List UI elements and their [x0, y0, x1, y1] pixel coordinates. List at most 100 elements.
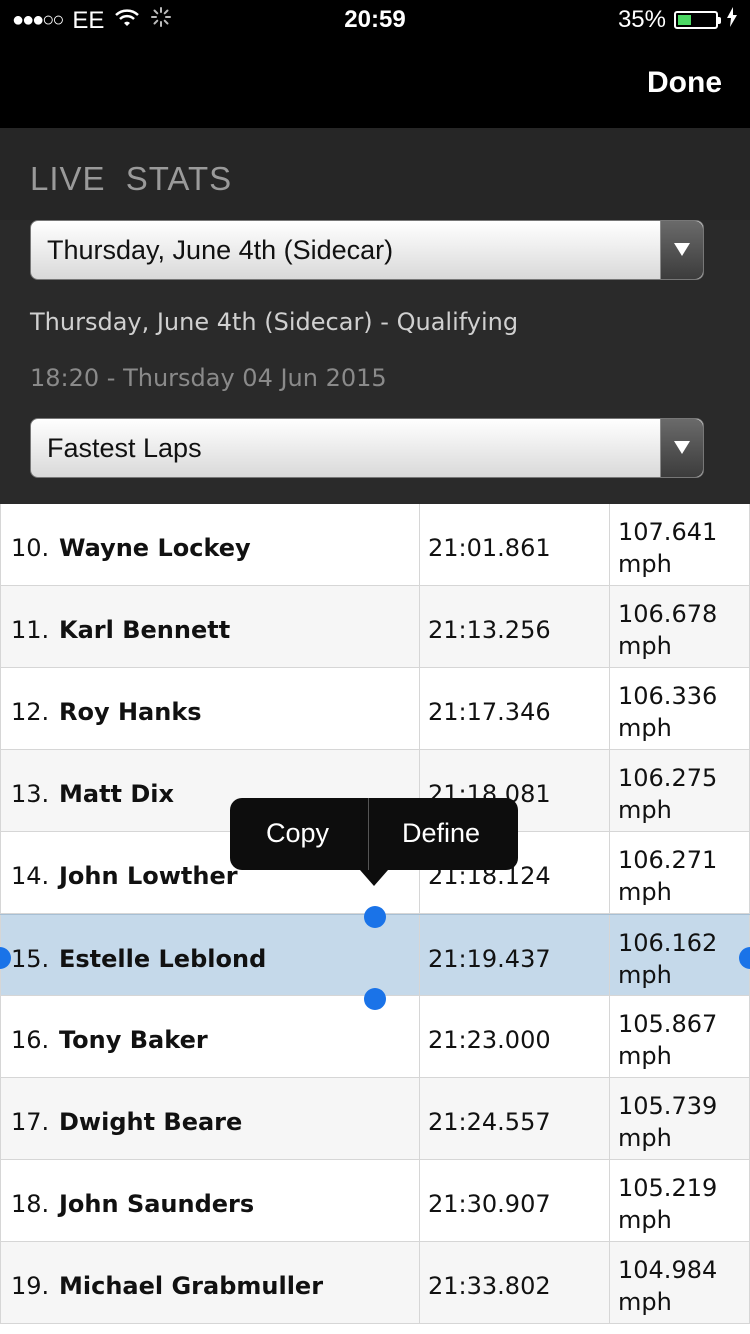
- rider-name: Tony Baker: [59, 1026, 208, 1054]
- lap-time: 21:13.256: [428, 616, 551, 644]
- speed-value: 106.271: [618, 846, 718, 874]
- speed-value: 106.162: [618, 929, 718, 957]
- session-time: 18:20 - Thursday 04 Jun 2015: [30, 364, 387, 392]
- lap-time: 21:33.802: [428, 1272, 551, 1300]
- position: 12.: [11, 698, 50, 726]
- lap-time: 21:17.346: [428, 698, 551, 726]
- speed-cell: 106.678 mph: [610, 586, 750, 668]
- position: 17.: [11, 1108, 50, 1136]
- lap-time-cell: 21:01.861: [420, 504, 610, 586]
- event-select-value: Thursday, June 4th (Sidecar): [47, 235, 394, 265]
- speed-value: 104.984: [618, 1256, 718, 1284]
- menu-pointer: [360, 870, 388, 886]
- copy-menu-item[interactable]: Copy: [266, 818, 329, 849]
- lap-time-cell: 21:19.437: [420, 915, 610, 997]
- position: 11.: [11, 616, 50, 644]
- session-title: Thursday, June 4th (Sidecar) - Qualifyin…: [30, 308, 519, 336]
- speed-unit: mph: [618, 961, 672, 989]
- speed-value: 107.641: [618, 518, 718, 546]
- speed-unit: mph: [618, 1042, 672, 1070]
- rider-cell: 12. Roy Hanks: [0, 668, 420, 750]
- table-row: 12. Roy Hanks 21:17.346 106.336 mph: [0, 668, 750, 750]
- lap-time-cell: 21:17.346: [420, 668, 610, 750]
- speed-cell: 106.275 mph: [610, 750, 750, 832]
- event-select[interactable]: Thursday, June 4th (Sidecar): [30, 220, 704, 280]
- lap-time-cell: 21:33.802: [420, 1242, 610, 1324]
- battery-percent: 35%: [617, 6, 666, 33]
- rider-name: Dwight Beare: [59, 1108, 243, 1136]
- rider-cell: 18. John Saunders: [0, 1160, 420, 1242]
- speed-value: 105.739: [618, 1092, 718, 1120]
- position: 19.: [11, 1272, 50, 1300]
- done-button[interactable]: Done: [647, 66, 722, 100]
- speed-unit: mph: [618, 1288, 672, 1316]
- speed-value: 106.678: [618, 600, 718, 628]
- speed-unit: mph: [618, 714, 672, 742]
- rider-cell: 19. Michael Grabmuller: [0, 1242, 420, 1324]
- speed-value: 105.867: [618, 1010, 718, 1038]
- speed-unit: mph: [618, 878, 672, 906]
- speed-cell: 106.162 mph: [610, 915, 750, 997]
- position: 18.: [11, 1190, 50, 1218]
- lap-time: 21:30.907: [428, 1190, 551, 1218]
- speed-cell: 106.271 mph: [610, 832, 750, 914]
- lap-time: 21:01.861: [428, 534, 551, 562]
- selection-end-handle[interactable]: [364, 988, 386, 1010]
- rider-name: John Lowther: [59, 862, 238, 890]
- lap-time-cell: 21:13.256: [420, 586, 610, 668]
- stats-type-select[interactable]: Fastest Laps: [30, 418, 704, 478]
- selection-start-handle[interactable]: [364, 906, 386, 928]
- battery-icon: [674, 11, 721, 29]
- speed-cell: 105.867 mph: [610, 996, 750, 1078]
- rider-cell: 10. Wayne Lockey: [0, 504, 420, 586]
- table-row: 18. John Saunders 21:30.907 105.219 mph: [0, 1160, 750, 1242]
- speed-value: 106.336: [618, 682, 718, 710]
- speed-cell: 106.336 mph: [610, 668, 750, 750]
- lap-time: 21:24.557: [428, 1108, 551, 1136]
- battery-fill: [678, 15, 691, 25]
- speed-unit: mph: [618, 550, 672, 578]
- position: 10.: [11, 534, 50, 562]
- speed-unit: mph: [618, 796, 672, 824]
- title-strip: LIVE STATS: [0, 128, 750, 220]
- rider-name: John Saunders: [59, 1190, 255, 1218]
- rider-cell: 15. Estelle Leblond: [0, 915, 420, 997]
- header-panel: LIVE STATS Thursday, June 4th (Sidecar) …: [0, 128, 750, 504]
- rider-cell: 17. Dwight Beare: [0, 1078, 420, 1160]
- edit-context-menu: Copy Define: [230, 798, 518, 886]
- menu-divider: [368, 798, 369, 870]
- rider-cell: 11. Karl Bennett: [0, 586, 420, 668]
- speed-cell: 105.739 mph: [610, 1078, 750, 1160]
- page-title: LIVE STATS: [30, 160, 233, 197]
- chevron-down-icon[interactable]: [660, 221, 703, 279]
- position: 15.: [11, 945, 50, 973]
- table-row: 19. Michael Grabmuller 21:33.802 104.984 m…: [0, 1242, 750, 1324]
- table-row: 11. Karl Bennett 21:13.256 106.678 mph: [0, 586, 750, 668]
- position: 16.: [11, 1026, 50, 1054]
- chevron-down-icon[interactable]: [660, 419, 703, 477]
- status-bar: ●●●○○ EE 20:59 35%: [0, 0, 750, 40]
- stats-type-value: Fastest Laps: [47, 433, 202, 463]
- rider-name: Roy Hanks: [59, 698, 202, 726]
- rider-name: Karl Bennett: [59, 616, 231, 644]
- status-right: 35%: [618, 6, 738, 34]
- charging-bolt-icon: [726, 6, 738, 34]
- lap-time: 21:23.000: [428, 1026, 551, 1054]
- lap-time: 21:19.437: [428, 945, 551, 973]
- speed-cell: 105.219 mph: [610, 1160, 750, 1242]
- speed-unit: mph: [618, 1206, 672, 1234]
- speed-unit: mph: [618, 1124, 672, 1152]
- lap-time-cell: 21:23.000: [420, 996, 610, 1078]
- lap-time-cell: 21:30.907: [420, 1160, 610, 1242]
- rider-name: Matt Dix: [59, 780, 175, 808]
- rider-name: Estelle Leblond: [59, 945, 267, 973]
- speed-value: 106.275: [618, 764, 718, 792]
- speed-cell: 107.641 mph: [610, 504, 750, 586]
- table-row: 10. Wayne Lockey 21:01.861 107.641 mph: [0, 504, 750, 586]
- table-row: 17. Dwight Beare 21:24.557 105.739 mph: [0, 1078, 750, 1160]
- speed-value: 105.219: [618, 1174, 718, 1202]
- define-menu-item[interactable]: Define: [402, 818, 480, 849]
- rider-name: Michael Grabmuller: [59, 1272, 324, 1300]
- speed-cell: 104.984 mph: [610, 1242, 750, 1324]
- position: 13.: [11, 780, 50, 808]
